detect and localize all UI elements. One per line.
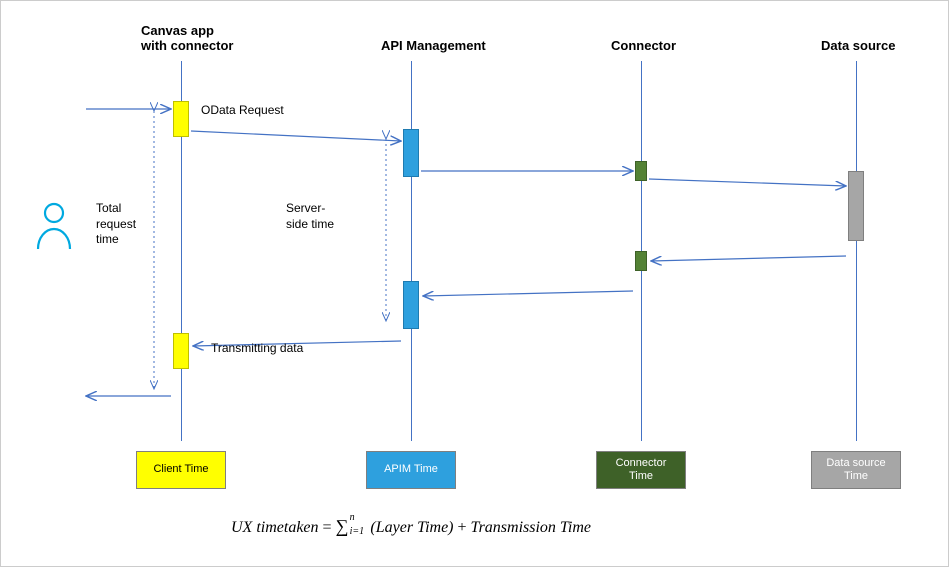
lane-header-apim: API Management xyxy=(381,38,486,53)
activation-apim-top xyxy=(403,129,419,177)
timebox-datasource: Data sourceTime xyxy=(811,451,901,489)
activation-client-bottom xyxy=(173,333,189,369)
lifeline-apim xyxy=(411,61,412,441)
lifeline-datasource xyxy=(856,61,857,441)
label-total-request-time: Total request time xyxy=(96,201,136,248)
user-icon xyxy=(34,201,74,256)
formula: UX timetaken = ∑ n i=1 (Layer Time) + Tr… xyxy=(231,516,591,537)
timebox-client: Client Time xyxy=(136,451,226,489)
lane-header-connector: Connector xyxy=(611,38,676,53)
label-transmitting: Transmitting data xyxy=(211,341,303,355)
activation-datasource xyxy=(848,171,864,241)
lane-header-datasource: Data source xyxy=(821,38,895,53)
activation-client-top xyxy=(173,101,189,137)
lane-header-client: Canvas app with connector xyxy=(141,23,233,53)
activation-connector-bottom xyxy=(635,251,647,271)
label-server-side-time: Server- side time xyxy=(286,201,334,232)
label-odata-request: OData Request xyxy=(201,103,284,117)
sequence-diagram: Canvas app with connector API Management… xyxy=(0,0,949,567)
timebox-connector: ConnectorTime xyxy=(596,451,686,489)
activation-apim-bottom xyxy=(403,281,419,329)
timebox-apim: APIM Time xyxy=(366,451,456,489)
activation-connector-top xyxy=(635,161,647,181)
